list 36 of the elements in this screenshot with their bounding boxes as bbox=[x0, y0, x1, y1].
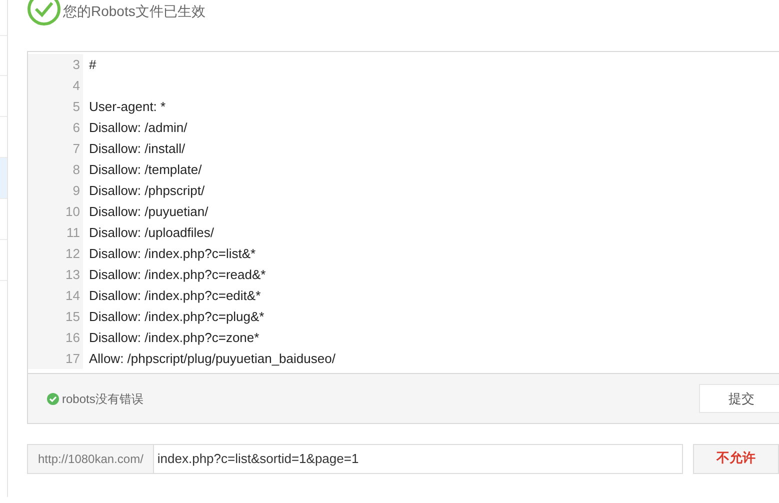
line-number: 5 bbox=[72, 98, 80, 116]
code-line: Disallow: /admin/ bbox=[88, 118, 188, 137]
validation-message: robots没有错误 bbox=[62, 390, 144, 408]
check-icon bbox=[47, 392, 59, 404]
status-message: 您的Robots文件已生效 bbox=[63, 2, 206, 20]
line-number: 12 bbox=[66, 244, 80, 263]
code-line: Disallow: /index.php?c=zone* bbox=[88, 328, 260, 347]
code-line: Disallow: /template/ bbox=[88, 160, 202, 179]
line-number: 16 bbox=[66, 328, 80, 347]
code-line: Disallow: /index.php?c=edit&* bbox=[88, 286, 261, 305]
line-number: 6 bbox=[72, 118, 80, 137]
line-number: 17 bbox=[66, 350, 80, 368]
code-line: Disallow: /uploadfiles/ bbox=[88, 224, 214, 242]
line-number: 4 bbox=[72, 76, 80, 95]
line-number: 10 bbox=[66, 202, 80, 221]
line-number: 8 bbox=[72, 160, 80, 179]
line-number: 13 bbox=[66, 266, 80, 284]
url-prefix: http://1080kan.com/ bbox=[27, 444, 154, 474]
line-number: 11 bbox=[66, 224, 80, 242]
code-line: Allow: /phpscript/plug/puyuetian_baiduseo/ bbox=[88, 350, 336, 368]
code-line: Disallow: /index.php?c=plug&* bbox=[88, 308, 264, 326]
line-number: 14 bbox=[66, 286, 80, 305]
line-number: 7 bbox=[72, 140, 80, 158]
url-field[interactable]: index.php?c=list&sortid=1&page=1 bbox=[154, 444, 683, 474]
code-line: User-agent: * bbox=[88, 98, 166, 116]
line-number: 3 bbox=[72, 56, 80, 74]
code-line: # bbox=[88, 56, 96, 74]
code-line: Disallow: /index.php?c=list&* bbox=[88, 244, 256, 263]
submit-button[interactable]: 提交 bbox=[699, 384, 779, 413]
code-line: Disallow: /puyuetian/ bbox=[88, 202, 208, 221]
line-number: 15 bbox=[66, 308, 80, 326]
code-line: Disallow: /index.php?c=read&* bbox=[88, 266, 266, 284]
code-line: Disallow: /phpscript/ bbox=[88, 182, 205, 200]
line-number: 9 bbox=[72, 182, 80, 200]
code-line: Disallow: /install/ bbox=[88, 140, 186, 158]
test-result-button[interactable]: 不允许 bbox=[693, 444, 779, 474]
